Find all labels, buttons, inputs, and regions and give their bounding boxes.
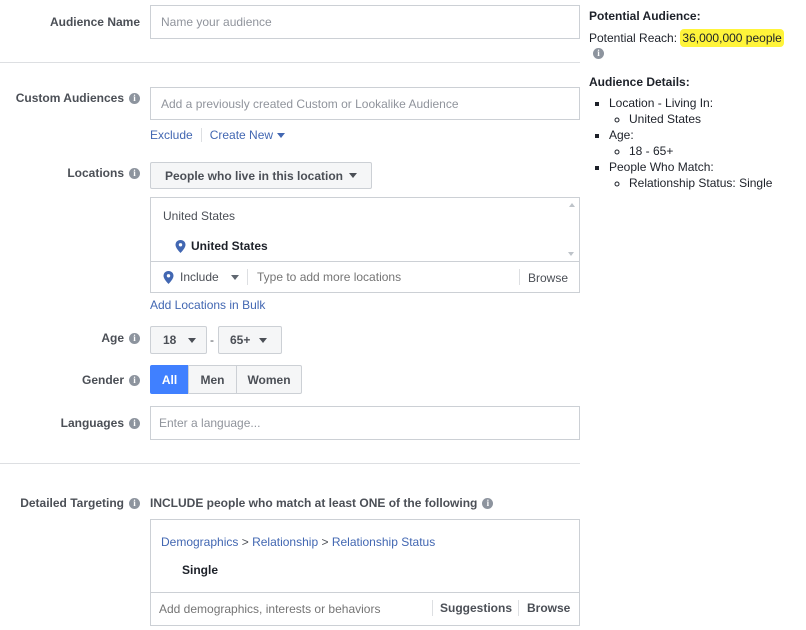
gender-women-button[interactable]: Women [236,365,302,394]
scroll-up-arrow-icon[interactable] [568,203,575,207]
languages-input[interactable] [159,416,579,430]
detailed-targeting-description-text: INCLUDE people who match at least ONE of… [150,496,478,510]
custom-audiences-label-text: Custom Audiences [15,91,124,105]
potential-reach: Potential Reach: 36,000,000 people [589,29,784,47]
breadcrumb-relationship[interactable]: Relationship [252,535,318,549]
breadcrumb-demographics[interactable]: Demographics [161,535,238,549]
age-label: Age i [101,331,140,345]
detailed-targeting-input[interactable] [159,599,424,619]
age-separator: - [210,333,214,347]
breadcrumb-separator: > [321,535,329,549]
include-dropdown[interactable]: Include [163,270,239,284]
gender-all-button[interactable]: All [150,365,189,394]
detail-location-value: United States [629,111,806,127]
include-label: Include [180,270,219,284]
breadcrumb-separator: > [241,535,249,549]
detail-age: Age: 18 - 65+ [609,127,806,159]
selected-targeting-item[interactable]: Single [182,563,218,577]
targeting-breadcrumb: Demographics > Relationship > Relationsh… [161,535,435,549]
detailed-targeting-label: Detailed Targeting i [20,496,140,510]
custom-audiences-input[interactable] [161,96,579,111]
detail-location: Location - Living In: United States [609,95,806,127]
scrollbar[interactable] [567,201,576,258]
suggestions-divider [432,600,433,616]
caret-down-icon [349,173,358,178]
location-type-label: People who live in this location [164,168,344,183]
audience-name-input-wrap[interactable] [150,5,580,39]
info-icon[interactable]: i [129,417,140,429]
detail-age-value: 18 - 65+ [629,143,806,159]
create-new-label: Create New [209,128,274,142]
detailed-targeting-label-text: Detailed Targeting [20,496,124,510]
age-min-dropdown[interactable]: 18 [150,326,207,354]
info-icon[interactable]: i [129,497,140,509]
age-min-value: 18 [163,333,177,347]
info-icon[interactable]: i [129,167,140,179]
selected-location[interactable]: United States [175,239,268,253]
detail-people-who-match-value: Relationship Status: Single [629,175,806,191]
audience-details-title: Audience Details: [589,75,690,89]
exclude-link[interactable]: Exclude [150,128,193,142]
locations-label: Locations i [67,166,140,180]
info-icon[interactable]: i [129,332,140,344]
browse-divider [519,269,520,285]
info-icon[interactable]: i [129,374,140,386]
gender-men-button[interactable]: Men [188,365,237,394]
browse-divider [518,600,519,616]
audience-name-label: Audience Name [50,15,140,29]
caret-down-icon [259,337,268,343]
info-icon[interactable]: i [482,497,494,509]
languages-label: Languages i [61,416,140,430]
detail-age-label: Age: [609,128,634,142]
targeting-footer-divider [151,592,579,593]
locations-box: United States United States Include Brow… [150,197,580,293]
caret-down-icon [277,132,286,138]
detail-people-who-match-label: People Who Match: [609,160,714,174]
custom-audiences-actions: Exclude Create New [150,128,286,142]
potential-reach-label: Potential Reach: [589,31,678,45]
locations-group-header: United States [163,209,236,223]
detailed-targeting-box: Demographics > Relationship > Relationsh… [150,519,580,626]
locations-footer-divider [151,261,579,262]
location-pin-icon [175,239,186,253]
locations-browse-button[interactable]: Browse [528,271,568,285]
detail-people-who-match: People Who Match: Relationship Status: S… [609,159,806,191]
suggestions-button[interactable]: Suggestions [440,601,512,615]
potential-audience-title: Potential Audience: [589,9,701,23]
caret-down-icon [230,274,239,280]
divider-2 [0,463,580,464]
location-pin-icon [163,270,174,284]
age-max-dropdown[interactable]: 65+ [218,326,282,354]
audience-details-list: Location - Living In: United States Age:… [589,95,806,191]
detail-location-label: Location - Living In: [609,96,714,110]
languages-label-text: Languages [60,416,124,430]
languages-input-wrap[interactable] [150,406,580,440]
potential-reach-value: 36,000,000 people [680,29,784,47]
caret-down-icon [188,337,197,343]
audience-name-input[interactable] [161,15,579,29]
actions-divider [200,128,202,142]
divider-1 [0,62,580,63]
location-type-dropdown[interactable]: People who live in this location [150,162,372,189]
custom-audiences-input-wrap[interactable] [150,87,580,120]
targeting-browse-button[interactable]: Browse [527,601,570,615]
age-label-text: Age [101,331,124,345]
add-locations-bulk-link[interactable]: Add Locations in Bulk [150,298,265,312]
create-new-link[interactable]: Create New [209,128,286,142]
add-location-input[interactable] [257,267,507,287]
custom-audiences-label: Custom Audiences i [16,91,140,105]
scroll-down-arrow-icon[interactable] [568,252,574,256]
selected-location-label: United States [191,239,268,253]
detailed-targeting-description: INCLUDE people who match at least ONE of… [150,496,494,510]
info-icon[interactable]: i [129,92,140,104]
gender-label-text: Gender [81,373,124,387]
audience-name-label-text: Audience Name [49,15,140,29]
gender-label: Gender i [82,373,140,387]
locations-label-text: Locations [67,166,124,180]
breadcrumb-relationship-status[interactable]: Relationship Status [332,535,435,549]
info-icon[interactable]: i [593,48,604,59]
include-divider [247,269,248,285]
age-max-value: 65+ [230,333,251,347]
